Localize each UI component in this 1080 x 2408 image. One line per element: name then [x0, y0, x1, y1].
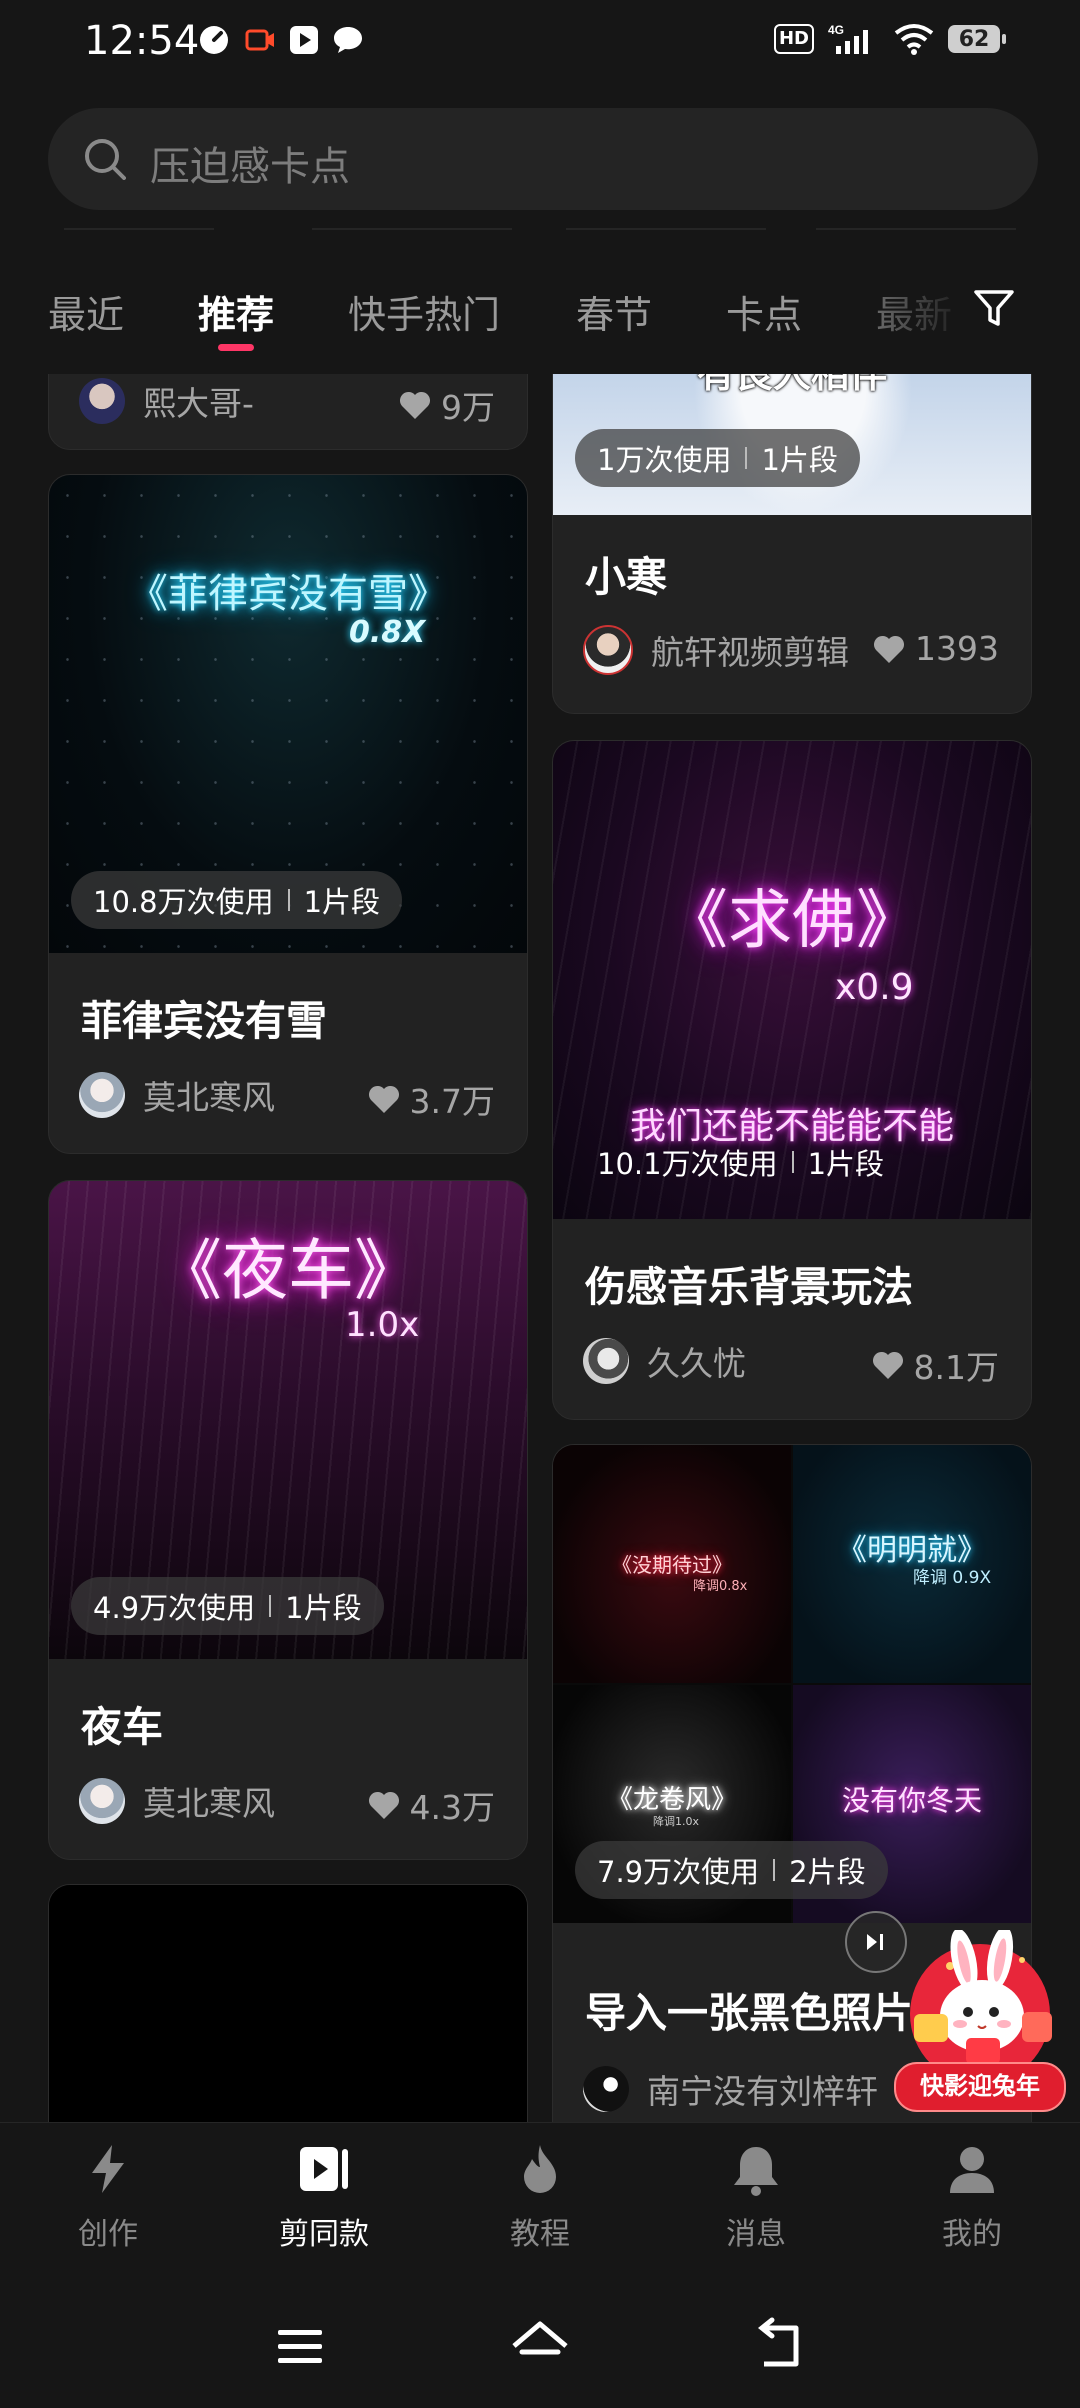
battery-icon: 62 [948, 25, 1006, 53]
active-tab-indicator [218, 344, 254, 351]
heart-icon [874, 635, 905, 663]
avatar [583, 1338, 629, 1384]
author-name: 熙大哥- [143, 384, 254, 423]
usage-pill: 4.9万次使用 1片段 [71, 1577, 384, 1635]
svg-text:4G: 4G [828, 23, 844, 37]
heart-icon [368, 1085, 399, 1113]
like-count: 9万 [399, 381, 495, 429]
avatar [583, 2066, 629, 2112]
flame-icon [524, 2145, 556, 2193]
home-icon[interactable] [510, 2316, 570, 2376]
thumbnail-caption: 《夜车》 [156, 1232, 420, 1309]
chat-icon [334, 27, 362, 53]
status-bar: 12:54 HD 4G 62 [0, 0, 1080, 84]
avatar [79, 378, 125, 424]
heart-icon [368, 1791, 399, 1819]
search-placeholder: 压迫感卡点 [150, 144, 350, 190]
status-time: 12:54 [84, 18, 200, 64]
speed-label: 1.0x [345, 1305, 420, 1345]
nav-same-style[interactable]: 剪同款 [259, 2141, 389, 2253]
nav-create[interactable]: 创作 [43, 2141, 173, 2253]
heart-icon [872, 1351, 903, 1379]
speedometer-icon [200, 26, 228, 54]
like-count: 4.3万 [368, 1781, 495, 1829]
bell-icon [734, 2147, 778, 2196]
author-name: 莫北寒风 [143, 1784, 275, 1823]
usage-pill: 10.1万次使用 1片段 [597, 1147, 885, 1181]
category-tabs: 最近 推荐 快手热门 春节 卡点 最新 [0, 276, 1080, 372]
avatar [79, 1072, 125, 1118]
search-bar[interactable]: 压迫感卡点 [48, 108, 1038, 210]
template-card[interactable] [48, 1884, 528, 2122]
skip-next-icon [867, 1934, 883, 1950]
collage-caption: 《明明就》 [837, 1533, 987, 1568]
thumbnail-caption: 《菲律宾没有雪》 [128, 571, 448, 617]
usage-pill: 1万次使用 1片段 [575, 429, 860, 487]
template-thumbnail [49, 1885, 527, 2122]
speed-label: x0.9 [835, 967, 914, 1008]
template-card[interactable]: 有良人相伴 1万次使用1片段 小寒 航轩视频剪辑 1393 [552, 374, 1032, 714]
tab-kuaishou-hot[interactable]: 快手热门 [348, 284, 500, 339]
nav-me[interactable]: 我的 [907, 2141, 1037, 2253]
back-icon[interactable] [750, 2316, 810, 2376]
video-app-icon [290, 26, 318, 54]
template-card[interactable]: 《菲律宾没有雪》 0.8X 10.8万次使用 1片段 菲律宾没有雪 莫北寒风 3.… [48, 474, 528, 1154]
author-name: 莫北寒风 [143, 1078, 275, 1117]
template-title: 导入一张黑色照片 [585, 1989, 913, 2037]
usage-pill: 7.9万次使用 2片段 [575, 1841, 888, 1899]
avatar [583, 625, 633, 675]
collage-caption: 《没期待过》 [612, 1553, 732, 1577]
nav-tutorial[interactable]: 教程 [475, 2141, 605, 2253]
heart-icon [399, 391, 431, 419]
speed-label: 0.8X [349, 615, 426, 650]
search-icon [85, 139, 126, 180]
like-count: 1393 [873, 629, 999, 668]
template-card[interactable]: 《夜车》 1.0x 4.9万次使用 1片段 夜车 莫北寒风 4.3万 [48, 1180, 528, 1860]
system-navigation [0, 2272, 1080, 2408]
thumbnail-caption: 有良人相伴 [553, 374, 1031, 398]
collage-caption: 没有你冬天 [841, 1784, 982, 1817]
hd-badge: HD [773, 24, 814, 54]
thumbnail-caption: 《求佛》 [664, 884, 920, 958]
tab-recommend[interactable]: 推荐 [198, 284, 274, 339]
nav-messages[interactable]: 消息 [691, 2141, 821, 2253]
tab-recent[interactable]: 最近 [48, 284, 124, 339]
tab-spring-festival[interactable]: 春节 [576, 284, 652, 339]
author-name: 航轩视频剪辑 [651, 633, 849, 672]
like-count: 8.1万 [872, 1341, 999, 1389]
filter-icon[interactable] [972, 286, 1016, 330]
like-count: 3.7万 [368, 1075, 495, 1123]
collage-caption: 《龙卷风》 [606, 1785, 737, 1815]
wifi-icon [894, 24, 934, 55]
template-title: 伤感音乐背景玩法 [585, 1263, 913, 1311]
template-title: 夜车 [81, 1703, 163, 1751]
rabbit-icon [910, 1926, 1052, 2084]
avatar [79, 1778, 125, 1824]
tab-beat-sync[interactable]: 卡点 [726, 284, 802, 339]
signal-icon: 4G [828, 23, 868, 54]
lightning-icon [92, 2145, 124, 2193]
template-card[interactable]: 熙大哥- 9万 [48, 374, 528, 450]
person-icon [950, 2147, 994, 2193]
record-icon [245, 29, 274, 51]
template-card[interactable]: 《求佛》 x0.9 我们还能不能能不能 10.1万次使用 1片段 伤感音乐背景玩法… [552, 740, 1032, 1420]
promo-label: 快影迎兔年 [894, 2062, 1066, 2112]
bottom-navigation: 创作 剪同款 教程 消息 我的 [0, 2122, 1080, 2273]
template-title: 小寒 [585, 553, 667, 601]
template-title: 菲律宾没有雪 [81, 997, 327, 1045]
template-grid: 熙大哥- 9万 有良人相伴 1万次使用1片段 小寒 航轩视频剪辑 1393 《菲… [0, 374, 1080, 2122]
menu-icon[interactable] [270, 2316, 330, 2376]
author-name: 南宁没有刘梓轩 [647, 2072, 878, 2111]
usage-pill: 10.8万次使用 1片段 [71, 871, 403, 929]
author-name: 久久忧 [647, 1344, 746, 1383]
promo-badge[interactable]: 快影迎兔年 [890, 1926, 1070, 2120]
play-square-icon [300, 2147, 348, 2191]
